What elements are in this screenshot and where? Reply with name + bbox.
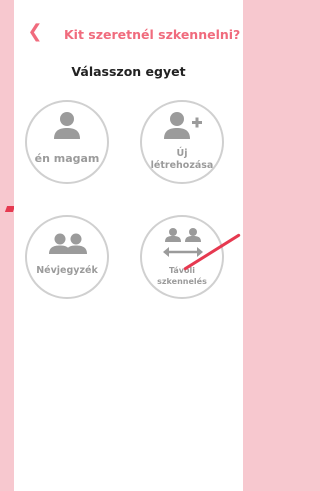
person-icon [54, 112, 80, 139]
person-add-icon [164, 112, 202, 139]
option-self-label: én magam [34, 152, 100, 165]
option-new-label-line2: létrehozása [150, 160, 214, 171]
option-new-label-line1: Új [176, 148, 188, 159]
back-button[interactable]: ❮ [24, 20, 46, 44]
option-contacts-button[interactable]: Névjegyzék [25, 215, 109, 299]
option-contacts-label: Névjegyzék [36, 265, 98, 276]
remote-people-icon [163, 228, 203, 257]
option-self-button[interactable]: én magam [25, 100, 109, 184]
header: ❮ Kit szeretnél szkennelni? [14, 0, 243, 44]
chevron-left-icon: ❮ [27, 21, 43, 42]
option-remote-label-line1: Távoli [168, 266, 196, 275]
subtitle: Válasszon egyet [71, 64, 186, 79]
people-icon [49, 233, 87, 254]
page-title: Kit szeretnél szkennelni? [64, 27, 241, 42]
option-remote-label-line2: szkennelés [157, 277, 207, 286]
option-remote-button[interactable]: Távoli szkennelés [140, 215, 224, 299]
option-new-button[interactable]: Új létrehozása [140, 100, 224, 184]
scan-target-panel: ❮ Kit szeretnél szkennelni? Válasszon eg… [14, 0, 243, 491]
